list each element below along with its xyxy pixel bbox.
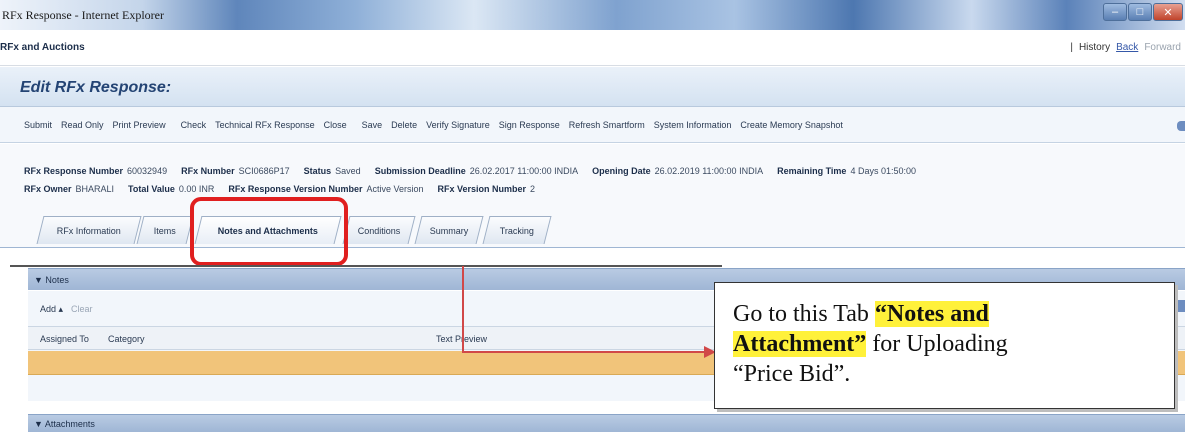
submission-deadline: 26.02.2017 11:00:00 INDIA [469,166,579,176]
create-memory-snapshot-button[interactable]: Create Memory Snapshot [740,120,843,130]
action-toolbar: Submit Read Only Print Preview Check Tec… [0,107,1185,143]
divider-line [10,265,722,267]
callout-text: for Uploading [866,331,1008,357]
rfx-version-number: 2 [530,184,536,194]
tab-conditions[interactable]: Conditions [342,216,416,244]
field-label: RFx Number [181,166,235,176]
add-button[interactable]: Add ▴ [40,304,63,315]
instruction-callout: Go to this Tab “Notes and Attachment” fo… [714,282,1175,409]
verify-signature-button[interactable]: Verify Signature [426,120,490,130]
technical-response-button[interactable]: Technical RFx Response [215,120,315,130]
header-row-2: RFx Owner BHARALI Total Value 0.00 INR R… [24,184,549,194]
page-title: Edit RFx Response: [20,79,172,96]
window-titlebar: RFx Response - Internet Explorer – □ ✕ [0,0,1185,30]
col-assigned-to[interactable]: Assigned To [40,334,89,344]
total-value: 0.00 INR [178,184,215,194]
submit-button[interactable]: Submit [24,120,52,130]
callout-text: Go to this Tab [733,301,875,327]
field-label: Opening Date [592,166,651,176]
opening-date: 26.02.2019 11:00:00 INDIA [654,166,764,176]
read-only-button[interactable]: Read Only [61,120,104,130]
sign-response-button[interactable]: Sign Response [499,120,560,130]
field-label: Remaining Time [777,166,847,176]
print-preview-button[interactable]: Print Preview [113,120,166,130]
response-version-number: Active Version [366,184,424,194]
arrow-line-horizontal [462,351,706,353]
status-value: Saved [335,166,361,176]
minimize-icon[interactable]: – [1103,3,1127,21]
tab-tracking[interactable]: Tracking [482,216,552,244]
field-label: RFx Version Number [437,184,527,194]
field-label: Total Value [128,184,175,194]
tab-summary[interactable]: Summary [414,216,484,244]
rfx-number: SCI0686P17 [238,166,290,176]
system-information-button[interactable]: System Information [654,120,732,130]
maximize-icon[interactable]: □ [1128,3,1152,21]
arrow-line-vertical [462,266,464,352]
app-name: RFx and Auctions [0,42,85,53]
tab-items[interactable]: Items [136,216,194,244]
field-label: Submission Deadline [374,166,466,176]
delete-button[interactable]: Delete [391,120,417,130]
history-link[interactable]: History [1079,42,1110,53]
scroll-indicator[interactable] [1177,300,1185,312]
clear-button[interactable]: Clear [71,304,93,314]
field-label: RFx Response Version Number [228,184,363,194]
check-button[interactable]: Check [181,120,207,130]
rfx-response-number: 60032949 [127,166,168,176]
window-title: RFx Response - Internet Explorer [2,8,164,22]
refresh-smartform-button[interactable]: Refresh Smartform [569,120,645,130]
window-controls: – □ ✕ [1103,3,1183,21]
save-button[interactable]: Save [362,120,383,130]
tab-highlight-box [190,197,348,266]
remaining-time: 4 Days 01:50:00 [850,166,916,176]
callout-highlight: “Notes and [874,301,989,327]
header-row-1: RFx Response Number 60032949 RFx Number … [24,166,930,176]
close-icon[interactable]: ✕ [1153,3,1183,21]
forward-link[interactable]: Forward [1144,42,1181,53]
history-nav: | History Back Forward [1070,42,1181,53]
back-link[interactable]: Back [1116,42,1138,53]
attachments-tray-header[interactable]: ▼ Attachments [28,414,1185,432]
field-label: RFx Owner [24,184,72,194]
col-category[interactable]: Category [108,334,145,344]
field-label: Status [303,166,332,176]
callout-text: “Price Bid”. [733,361,851,387]
help-icon[interactable] [1177,121,1185,131]
callout-highlight: Attachment” [733,331,867,357]
app-bar: RFx and Auctions | History Back Forward [0,30,1185,66]
response-header: RFx Response Number 60032949 RFx Number … [0,144,1185,206]
close-button[interactable]: Close [324,120,347,130]
rfx-owner: BHARALI [75,184,115,194]
page-header: Edit RFx Response: [0,67,1185,107]
field-label: RFx Response Number [24,166,124,176]
tab-rfx-information[interactable]: RFx Information [36,216,142,244]
notes-toolbar: Add ▴ Clear [28,297,728,321]
tab-strip: RFx Information Items Notes and Attachme… [0,206,1185,248]
